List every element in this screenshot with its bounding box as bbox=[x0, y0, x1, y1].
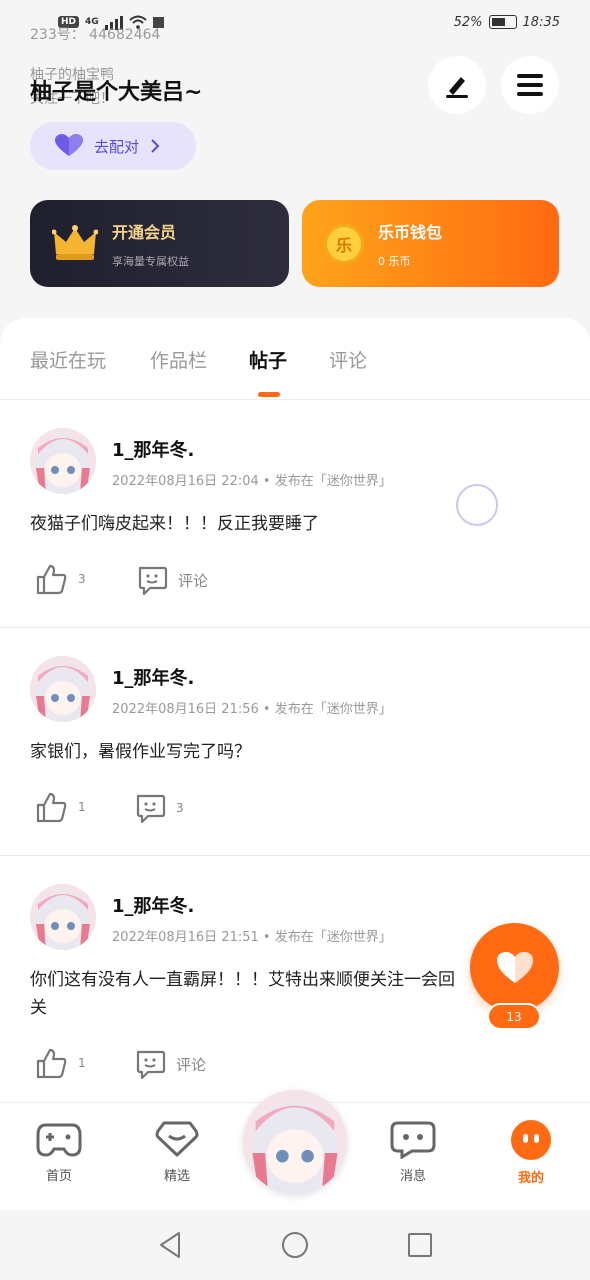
nav-home[interactable]: 首页 bbox=[19, 1119, 99, 1184]
recents-square-icon bbox=[408, 1233, 432, 1257]
thumbs-up-icon bbox=[36, 792, 67, 823]
clock: 18:35 bbox=[522, 14, 560, 30]
profile-name[interactable]: 柚子是个大美吕~ bbox=[30, 74, 202, 106]
heart-icon bbox=[496, 951, 533, 983]
menu-button[interactable] bbox=[501, 56, 559, 114]
comment-icon bbox=[136, 1050, 166, 1080]
comment-icon bbox=[136, 794, 166, 824]
tab-indicator bbox=[258, 392, 280, 397]
post-author[interactable]: 1_那年冬. bbox=[112, 436, 194, 462]
pair-label: 去配对 bbox=[94, 137, 140, 156]
comment-count: 评论 bbox=[176, 1055, 207, 1074]
nav-messages[interactable]: 消息 bbox=[373, 1119, 453, 1184]
tab-recent-play[interactable]: 最近在玩 bbox=[30, 346, 106, 373]
post-meta: 2022年08月16日 21:51 • 发布在「迷你世界」 bbox=[112, 930, 392, 945]
avatar[interactable] bbox=[30, 428, 96, 494]
thumbs-up-icon bbox=[36, 1048, 67, 1079]
like-total-badge: 13 bbox=[487, 1003, 541, 1030]
like-button[interactable]: 1 bbox=[34, 790, 86, 824]
recents-button[interactable] bbox=[405, 1230, 435, 1260]
post-meta: 2022年08月16日 21:56 • 发布在「迷你世界」 bbox=[112, 702, 392, 717]
comment-count: 评论 bbox=[178, 571, 209, 590]
comment-button[interactable]: 3 bbox=[134, 792, 184, 824]
wallet-card[interactable]: 乐 乐币钱包 0 乐币 bbox=[302, 200, 559, 287]
battery-icon bbox=[488, 15, 517, 29]
avatar[interactable] bbox=[30, 656, 96, 722]
post-content: 你们这有没有人一直霸屏！！！艾特出来顺便关注一会回关 bbox=[30, 970, 455, 1018]
nav-home-label: 首页 bbox=[45, 1169, 72, 1184]
menu-icon bbox=[517, 74, 543, 96]
like-count: 3 bbox=[78, 572, 86, 586]
comment-count: 3 bbox=[176, 801, 184, 815]
loading-spinner-icon bbox=[456, 484, 498, 526]
crown-icon bbox=[52, 224, 98, 260]
tab-posts[interactable]: 帖子 bbox=[249, 346, 287, 373]
vip-title: 开通会员 bbox=[112, 222, 177, 242]
wallet-balance: 0 乐币 bbox=[378, 254, 411, 268]
wallet-title: 乐币钱包 bbox=[378, 222, 443, 242]
nav-featured-label: 精选 bbox=[163, 1169, 190, 1184]
nav-mine[interactable]: 我的 bbox=[491, 1119, 571, 1186]
post-item[interactable]: 1_那年冬. 2022年08月16日 21:56 • 发布在「迷你世界」 家银们… bbox=[0, 628, 590, 856]
heart-icon bbox=[55, 134, 83, 156]
home-circle-icon bbox=[282, 1232, 308, 1258]
post-content: 家银们，暑假作业写完了吗？ bbox=[30, 742, 251, 762]
comment-button[interactable]: 评论 bbox=[136, 564, 208, 596]
edit-button[interactable] bbox=[428, 56, 486, 114]
post-author[interactable]: 1_那年冬. bbox=[112, 892, 194, 918]
tab-bar: 最近在玩 作品栏 帖子 评论 bbox=[0, 318, 590, 400]
coin-icon: 乐 bbox=[324, 223, 364, 264]
vip-subtitle: 享海量专属权益 bbox=[112, 254, 189, 268]
post-item[interactable]: 1_那年冬. 2022年08月16日 22:04 • 发布在「迷你世界」 夜猫子… bbox=[0, 400, 590, 628]
comment-icon bbox=[138, 566, 168, 596]
vip-card[interactable]: 开通会员 享海量专属权益 bbox=[30, 200, 289, 287]
chat-icon bbox=[390, 1121, 436, 1159]
avatar[interactable] bbox=[30, 884, 96, 950]
center-avatar-button[interactable] bbox=[243, 1090, 347, 1194]
profile-face-icon bbox=[511, 1120, 551, 1160]
battery-percent: 52% bbox=[453, 14, 483, 30]
floating-like-button[interactable] bbox=[470, 923, 559, 1012]
pair-button[interactable]: 去配对 bbox=[30, 122, 196, 170]
heart-outline-icon bbox=[155, 1121, 199, 1157]
back-triangle-icon bbox=[160, 1232, 180, 1258]
chevron-right-icon bbox=[151, 139, 160, 153]
like-count: 1 bbox=[78, 800, 86, 814]
nav-mine-label: 我的 bbox=[517, 1171, 544, 1186]
post-author[interactable]: 1_那年冬. bbox=[112, 664, 194, 690]
home-button[interactable] bbox=[280, 1230, 310, 1260]
nav-featured[interactable]: 精选 bbox=[137, 1119, 217, 1184]
back-button[interactable] bbox=[155, 1230, 185, 1260]
like-count: 1 bbox=[78, 1056, 86, 1070]
comment-button[interactable]: 评论 bbox=[134, 1048, 206, 1080]
tab-comments[interactable]: 评论 bbox=[329, 346, 367, 373]
post-content: 夜猫子们嗨皮起来！！！反正我要睡了 bbox=[30, 514, 319, 534]
like-button[interactable]: 1 bbox=[34, 1046, 86, 1080]
post-meta: 2022年08月16日 22:04 • 发布在「迷你世界」 bbox=[112, 474, 392, 489]
like-button[interactable]: 3 bbox=[34, 562, 86, 596]
system-nav-bar bbox=[0, 1210, 590, 1280]
nav-messages-label: 消息 bbox=[399, 1169, 426, 1184]
pencil-icon bbox=[446, 77, 468, 98]
gamepad-icon bbox=[36, 1123, 82, 1157]
user-id-text: 233号： 44682464 bbox=[30, 27, 161, 43]
tab-works[interactable]: 作品栏 bbox=[150, 346, 207, 373]
thumbs-up-icon bbox=[36, 564, 67, 595]
